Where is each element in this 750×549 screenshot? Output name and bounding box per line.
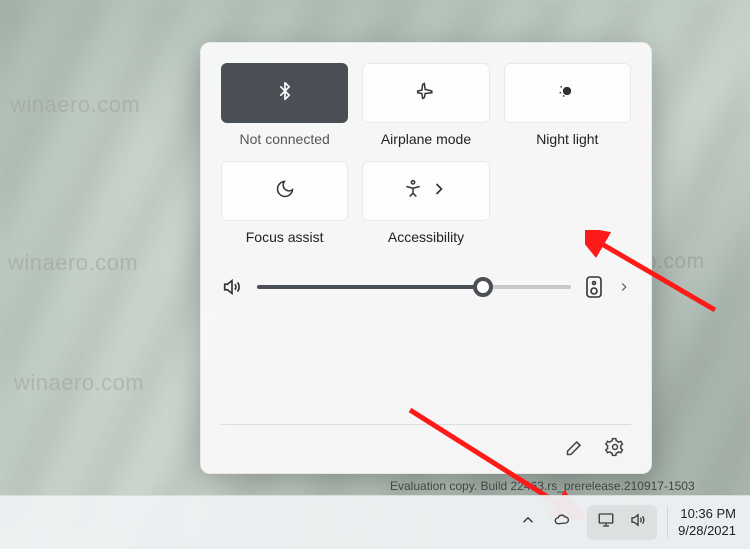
moon-icon	[275, 179, 295, 204]
speaker-icon[interactable]	[221, 276, 243, 298]
accessibility-toggle-button[interactable]	[362, 161, 489, 221]
clock-time: 10:36 PM	[678, 506, 736, 522]
airplane-label: Airplane mode	[381, 131, 471, 147]
quick-settings-grid: Not connected Airplane mode Night light	[221, 63, 631, 245]
network-volume-tray-group[interactable]	[587, 505, 657, 540]
bluetooth-label: Not connected	[240, 131, 330, 147]
nightlight-label: Night light	[536, 131, 598, 147]
taskbar-clock[interactable]: 10:36 PM 9/28/2021	[667, 506, 740, 539]
quick-settings-panel: Not connected Airplane mode Night light	[200, 42, 652, 474]
clock-date: 9/28/2021	[678, 523, 736, 539]
volume-tray-icon	[629, 511, 647, 534]
focus-label: Focus assist	[246, 229, 324, 245]
accessibility-icon	[403, 179, 423, 204]
tile-bluetooth: Not connected	[221, 63, 348, 147]
focus-toggle-button[interactable]	[221, 161, 348, 221]
airplane-toggle-button[interactable]	[362, 63, 489, 123]
edit-button[interactable]	[565, 437, 585, 457]
bluetooth-toggle-button[interactable]	[221, 63, 348, 123]
evaluation-watermark: Evaluation copy. Build 22463.rs_prerelea…	[390, 479, 695, 493]
audio-output-icon[interactable]	[585, 275, 603, 299]
chevron-right-icon	[429, 179, 449, 204]
tile-airplane: Airplane mode	[362, 63, 489, 147]
volume-row	[221, 275, 631, 299]
bluetooth-icon	[275, 81, 295, 106]
nightlight-toggle-button[interactable]	[504, 63, 631, 123]
tile-focus: Focus assist	[221, 161, 348, 245]
panel-bottom-row	[221, 425, 631, 461]
tray-overflow-chevron-icon[interactable]	[519, 511, 537, 534]
airplane-icon	[416, 81, 436, 106]
nightlight-icon	[557, 81, 577, 106]
accessibility-label: Accessibility	[388, 229, 464, 245]
volume-slider[interactable]	[257, 285, 571, 289]
settings-button[interactable]	[605, 437, 625, 457]
tile-accessibility: Accessibility	[362, 161, 489, 245]
tile-nightlight: Night light	[504, 63, 631, 147]
onedrive-tray-icon[interactable]	[553, 511, 571, 534]
network-tray-icon	[597, 511, 615, 534]
system-tray	[513, 505, 667, 540]
taskbar: 10:36 PM 9/28/2021	[0, 495, 750, 549]
audio-expand-chevron-icon[interactable]	[617, 280, 631, 294]
